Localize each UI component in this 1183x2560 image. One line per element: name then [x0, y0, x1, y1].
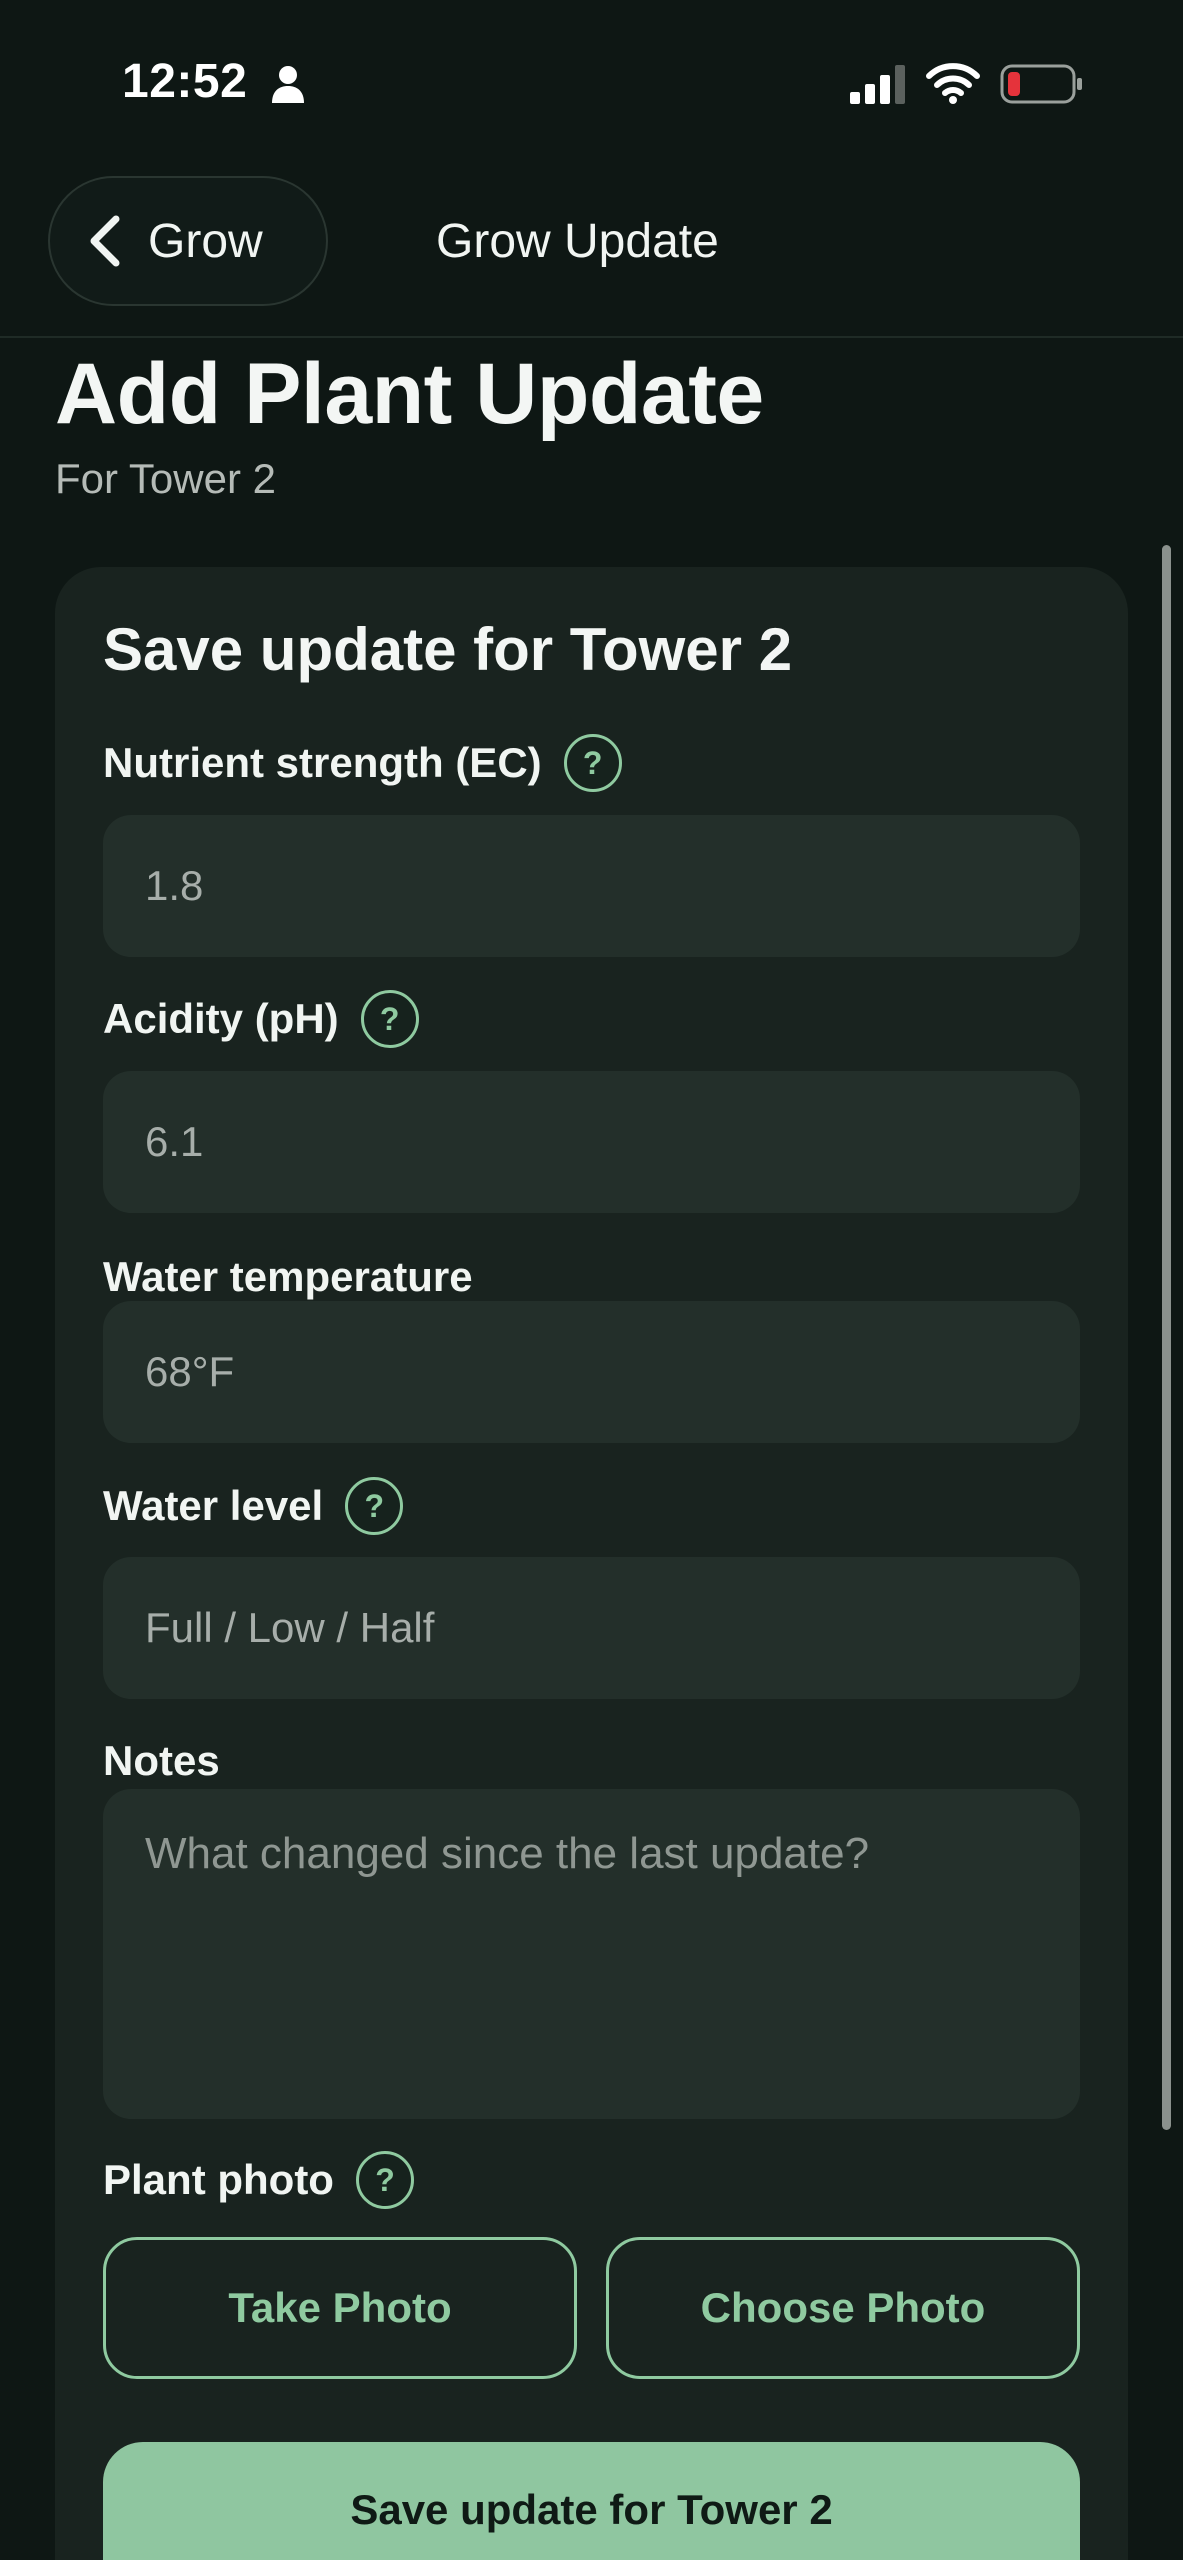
plant-photo-help-icon[interactable]: ? — [355, 2151, 414, 2209]
plant-photo-label-text: Plant photo — [103, 2156, 334, 2203]
navigation-bar: Grow Grow Update — [0, 170, 1183, 338]
ec-label: Nutrient strength (EC) ? — [103, 734, 622, 792]
grow-update-screen: 12:52 Grow Grow Update Add Plant Update … — [0, 0, 1183, 2560]
status-bar: 12:52 — [0, 0, 1183, 170]
page-subtitle: For Tower 2 — [55, 455, 276, 502]
card-title: Save update for Tower 2 — [103, 616, 793, 683]
plant-photo-label: Plant photo ? — [103, 2151, 414, 2209]
water-level-help-icon[interactable]: ? — [345, 1477, 404, 1535]
water-level-label-text: Water level — [103, 1482, 324, 1529]
update-form-card: Save update for Tower 2 Nutrient strengt… — [55, 567, 1128, 2560]
ph-label-text: Acidity (pH) — [103, 995, 339, 1042]
take-photo-button[interactable]: Take Photo — [103, 2237, 577, 2379]
water-temperature-input[interactable]: 68°F — [103, 1301, 1080, 1443]
notes-label: Notes — [103, 1737, 220, 1785]
ph-help-icon[interactable]: ? — [360, 990, 419, 1048]
back-button[interactable]: Grow — [48, 176, 328, 306]
water-level-label: Water level ? — [103, 1477, 404, 1535]
notes-textarea[interactable]: What changed since the last update? — [103, 1789, 1080, 2119]
ph-input[interactable]: 6.1 — [103, 1071, 1080, 1213]
ph-label: Acidity (pH) ? — [103, 990, 419, 1048]
scrollbar-thumb[interactable] — [1162, 545, 1171, 2130]
status-time: 12:52 — [122, 55, 248, 108]
chevron-left-icon — [90, 215, 120, 267]
choose-photo-button[interactable]: Choose Photo — [606, 2237, 1080, 2379]
save-update-label: Save update for Tower 2 — [350, 2486, 833, 2533]
page-title: Add Plant Update — [55, 346, 764, 442]
wifi-icon — [926, 63, 980, 104]
nav-title: Grow Update — [436, 215, 719, 268]
ec-help-icon[interactable]: ? — [563, 734, 622, 792]
battery-low-icon — [1000, 64, 1082, 104]
water-temperature-label: Water temperature — [103, 1253, 473, 1301]
water-temperature-label-text: Water temperature — [103, 1253, 473, 1300]
water-level-input[interactable]: Full / Low / Half — [103, 1557, 1080, 1699]
ec-input[interactable]: 1.8 — [103, 815, 1080, 957]
person-icon — [272, 66, 304, 103]
save-update-button[interactable]: Save update for Tower 2 — [103, 2442, 1080, 2560]
signal-icon — [850, 65, 905, 104]
back-label: Grow — [148, 214, 263, 268]
notes-label-text: Notes — [103, 1737, 220, 1784]
ec-label-text: Nutrient strength (EC) — [103, 739, 542, 786]
